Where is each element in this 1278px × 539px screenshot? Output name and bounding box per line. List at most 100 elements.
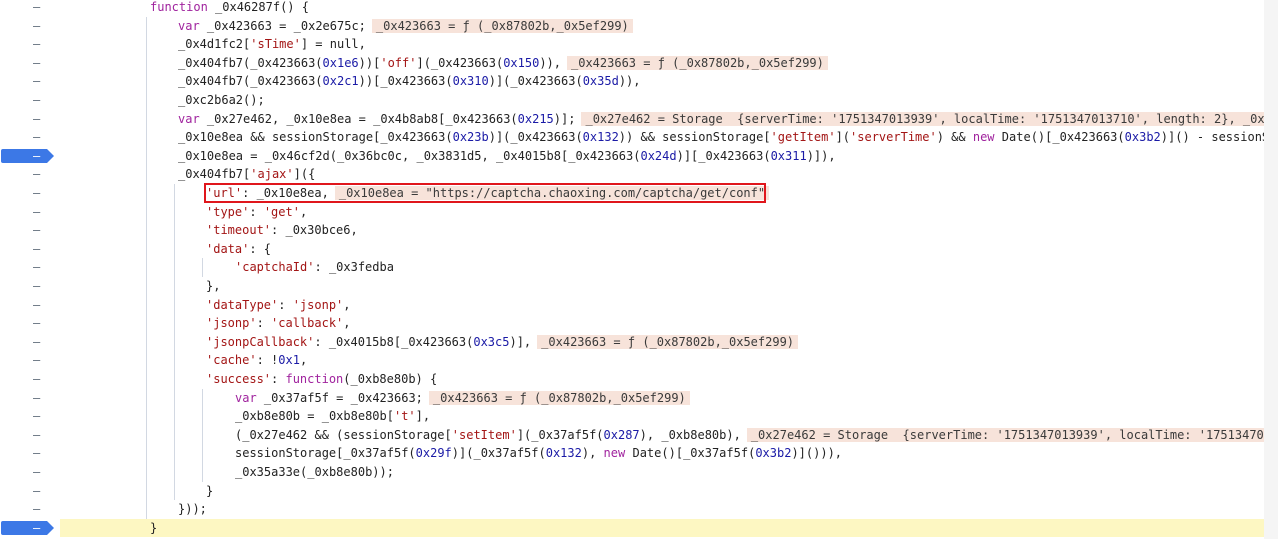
breakpoint-flag-icon[interactable]: –	[1, 148, 54, 163]
gutter-dash: –	[33, 409, 41, 424]
gutter-row[interactable]: –	[0, 444, 60, 462]
code-line[interactable]: 'success': function(_0xb8e80b) {	[60, 370, 1264, 388]
code-area[interactable]: function _0x46287f() {var _0x423663 = _0…	[60, 0, 1264, 539]
code-text: var _0x423663 = _0x2e675c; _0x423663 = ƒ …	[178, 17, 633, 35]
gutter-row[interactable]: –	[0, 54, 60, 72]
code-line[interactable]: 'cache': !0x1,	[60, 351, 1264, 369]
code-line[interactable]: _0x4d1fc2['sTime'] = null,	[60, 35, 1264, 53]
indent-guide	[202, 258, 203, 277]
code-line[interactable]: _0x10e8ea = _0x46cf2d(_0x36bc0c, _0x3831…	[60, 147, 1264, 165]
gutter-dash: –	[33, 260, 41, 275]
gutter-row[interactable]: –	[0, 314, 60, 332]
gutter-dash: –	[33, 353, 41, 368]
code-line[interactable]: _0x35a33e(_0xb8e80b));	[60, 463, 1264, 481]
code-text: }	[206, 483, 214, 498]
code-line[interactable]: }));	[60, 500, 1264, 518]
gutter-dash: –	[33, 223, 41, 238]
code-line[interactable]: }	[60, 482, 1264, 500]
code-line[interactable]: _0x10e8ea && sessionStorage[_0x423663(0x…	[60, 128, 1264, 146]
gutter-row[interactable]: –	[0, 463, 60, 481]
code-text: 'type': 'get',	[206, 204, 308, 219]
gutter-row[interactable]: –	[0, 426, 60, 444]
gutter-row[interactable]: –	[0, 333, 60, 351]
code-line[interactable]: _0x404fb7(_0x423663(0x2c1))[_0x423663(0x…	[60, 72, 1264, 90]
code-line[interactable]: 'type': 'get',	[60, 203, 1264, 221]
inline-value-hint: _0x423663 = ƒ (_0x87802b,_0x5ef299)	[371, 18, 633, 33]
gutter-dash: –	[33, 427, 41, 442]
code-line[interactable]: 'captchaId': _0x3fedba	[60, 258, 1264, 276]
line-gutter[interactable]: – – – – – – – – – – – – – – – – – – – – – – – – – – – – –	[0, 0, 60, 539]
inline-value-hint: _0x423663 = ƒ (_0x87802b,_0x5ef299)	[537, 334, 799, 349]
gutter-row[interactable]: –	[0, 35, 60, 53]
vertical-scrollbar[interactable]	[1264, 0, 1278, 539]
gutter-row[interactable]: –	[0, 165, 60, 183]
inline-value-hint: _0x10e8ea = "https://captcha.chaoxing.co…	[334, 186, 770, 200]
gutter-row[interactable]: –	[0, 296, 60, 314]
indent-guide	[146, 16, 147, 519]
code-line[interactable]: 'dataType': 'jsonp',	[60, 296, 1264, 314]
gutter-row[interactable]: –	[0, 389, 60, 407]
code-line[interactable]: function _0x46287f() {	[60, 0, 1264, 16]
gutter-dash: –	[33, 204, 41, 219]
gutter-dash: –	[33, 186, 41, 200]
code-line[interactable]: },	[60, 277, 1264, 295]
breakpoint-marker[interactable]: –	[0, 147, 60, 165]
gutter-row[interactable]: –	[0, 240, 60, 258]
gutter-dash: –	[33, 465, 41, 479]
breakpoint-marker[interactable]: –	[0, 519, 60, 537]
code-line[interactable]: 'url': _0x10e8ea, _0x10e8ea = "https://ca…	[60, 184, 1264, 202]
inline-value-hint: _0x423663 = ƒ (_0x87802b,_0x5ef299)	[567, 55, 828, 70]
inline-value-hint: _0x27e462 = Storage {serverTime: '175134…	[746, 427, 1264, 442]
gutter-dash: –	[33, 0, 41, 14]
code-line[interactable]: 'jsonpCallback': _0x4015b8[_0x423663(0x3…	[60, 333, 1264, 351]
code-line[interactable]: 'data': {	[60, 240, 1264, 258]
gutter-dash: –	[33, 55, 41, 70]
gutter-row[interactable]: –	[0, 17, 60, 35]
code-line[interactable]: 'timeout': _0x30bce6,	[60, 221, 1264, 239]
gutter-row[interactable]: –	[0, 221, 60, 239]
code-line[interactable]: sessionStorage[_0x37af5f(0x29f)](_0x37af…	[60, 444, 1264, 462]
code-text: 'timeout': _0x30bce6,	[206, 223, 358, 238]
gutter-row[interactable]: –	[0, 72, 60, 90]
gutter-row[interactable]: –	[0, 407, 60, 425]
code-line[interactable]: }	[60, 518, 1264, 537]
gutter-row[interactable]: –	[0, 277, 60, 295]
code-line[interactable]: (_0x27e462 && (sessionStorage['setItem']…	[60, 426, 1264, 444]
gutter-dash: –	[33, 297, 41, 312]
breakpoint-flag-icon[interactable]: –	[1, 520, 54, 535]
gutter-dash: –	[33, 167, 41, 182]
gutter-row[interactable]: –	[0, 0, 60, 16]
gutter-row[interactable]: –	[0, 258, 60, 276]
gutter-dash: –	[33, 111, 41, 126]
code-line[interactable]: _0x404fb7(_0x423663(0x1e6))['off'](_0x42…	[60, 54, 1264, 72]
gutter-row[interactable]: –	[0, 91, 60, 109]
code-line[interactable]: var _0x423663 = _0x2e675c; _0x423663 = ƒ …	[60, 17, 1264, 35]
code-line[interactable]: var _0x37af5f = _0x423663; _0x423663 = ƒ …	[60, 389, 1264, 407]
gutter-row[interactable]: –	[0, 203, 60, 221]
code-line[interactable]: var _0x27e462, _0x10e8ea = _0x4b8ab8[_0x…	[60, 110, 1264, 128]
gutter-row[interactable]: –	[0, 482, 60, 500]
code-text: sessionStorage[_0x37af5f(0x29f)](_0x37af…	[235, 446, 843, 461]
gutter-dash: –	[33, 279, 41, 293]
code-line[interactable]: _0xc2b6a2();	[60, 91, 1264, 109]
gutter-dash: –	[33, 148, 41, 163]
gutter-row[interactable]: –	[0, 110, 60, 128]
code-text: var _0x37af5f = _0x423663; _0x423663 = ƒ …	[235, 389, 690, 407]
code-line[interactable]: 'jsonp': 'callback',	[60, 314, 1264, 332]
gutter-row[interactable]: –	[0, 351, 60, 369]
code-text: 'captchaId': _0x3fedba	[235, 260, 394, 275]
gutter-dash: –	[33, 483, 41, 498]
gutter-dash: –	[33, 74, 41, 89]
gutter-row[interactable]: –	[0, 128, 60, 146]
source-editor[interactable]: – – – – – – – – – – – – – – – – – – – – – – – – – – – – – function _…	[0, 0, 1278, 539]
gutter-dash: –	[33, 37, 41, 52]
gutter-dash: –	[33, 502, 41, 517]
gutter-row[interactable]: –	[0, 184, 60, 202]
code-line[interactable]: _0xb8e80b = _0xb8e80b['t'],	[60, 407, 1264, 425]
gutter-dash: –	[33, 316, 41, 331]
gutter-row[interactable]: –	[0, 500, 60, 518]
code-text: _0x404fb7(_0x423663(0x2c1))[_0x423663(0x…	[178, 74, 641, 89]
gutter-row[interactable]: –	[0, 370, 60, 388]
gutter-dash: –	[33, 334, 41, 349]
code-line[interactable]: _0x404fb7['ajax']({	[60, 165, 1264, 183]
